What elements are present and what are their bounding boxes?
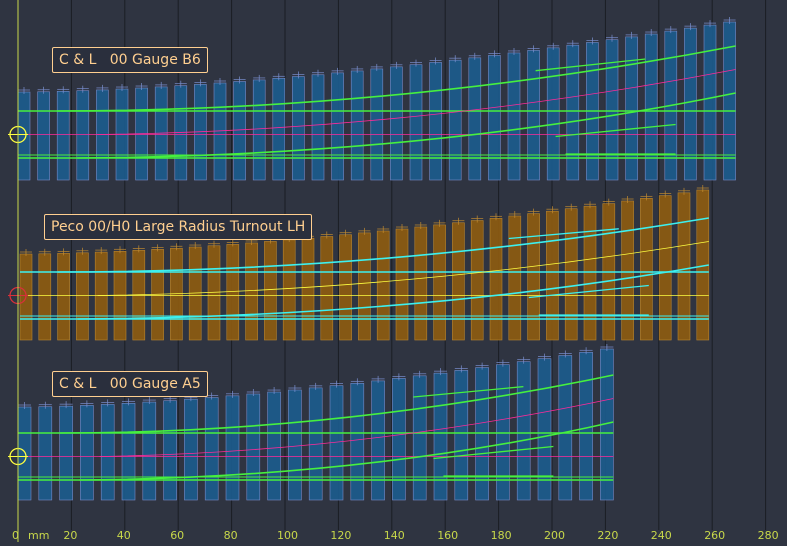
timber	[59, 405, 73, 501]
axis-tick-label: 80	[224, 529, 238, 542]
turnout-template-peco-large-radius[interactable]	[8, 185, 710, 341]
timber	[56, 91, 70, 181]
timber	[76, 252, 89, 341]
timber	[371, 380, 385, 501]
timber	[301, 237, 315, 341]
timber	[508, 215, 522, 341]
timber	[320, 236, 334, 341]
axis-tick-label: 40	[117, 529, 131, 542]
timber	[414, 226, 428, 341]
timber	[546, 47, 560, 181]
timber	[80, 405, 94, 501]
axis-tick-label: 140	[384, 529, 405, 542]
timber	[558, 355, 573, 501]
timber	[233, 81, 246, 181]
axis-tick-label: 160	[437, 529, 458, 542]
axis-tick-label: 280	[758, 529, 779, 542]
timber	[468, 57, 482, 181]
timber	[583, 205, 597, 341]
timber	[488, 55, 501, 181]
timber	[433, 372, 448, 501]
timber	[429, 62, 442, 181]
turnout-template-a5[interactable]	[8, 344, 614, 501]
timber	[38, 406, 53, 501]
timber	[433, 224, 446, 341]
axis-tick-label: 260	[704, 529, 725, 542]
timber	[489, 217, 503, 341]
timber	[350, 70, 364, 181]
timber	[142, 401, 157, 501]
template-label-a5[interactable]: C & L 00 Gauge A5	[52, 371, 208, 397]
timber	[564, 208, 578, 341]
timber	[264, 241, 277, 341]
timber	[331, 72, 344, 181]
axis-tick-label: 20	[63, 529, 77, 542]
timber	[204, 397, 219, 501]
timber	[96, 89, 109, 181]
timber	[395, 228, 409, 341]
timber	[579, 351, 593, 501]
timber	[184, 398, 198, 501]
timber	[121, 403, 136, 501]
timber	[412, 375, 427, 501]
axis-tick-label: 180	[491, 529, 512, 542]
timber	[282, 239, 296, 341]
timber	[225, 395, 240, 501]
timber	[76, 90, 90, 181]
timber	[452, 222, 465, 341]
axis-tick-label: 0	[12, 529, 19, 542]
axis-tick-label: 60	[170, 529, 184, 542]
axis-tick-label: 200	[544, 529, 565, 542]
template-label-peco[interactable]: Peco 00/H0 Large Radius Turnout LH	[44, 214, 313, 240]
timber	[566, 44, 580, 181]
turnout-template-b6[interactable]	[8, 17, 736, 181]
timber	[339, 234, 352, 341]
template-label-b6[interactable]: C & L 00 Gauge B6	[52, 47, 208, 73]
timber	[390, 66, 403, 181]
timber	[267, 391, 281, 501]
track-drawing[interactable]: 0 mm 20 40 60 80 100 120 140 160 180 200 220 240 260…	[0, 0, 787, 542]
timber	[17, 91, 31, 181]
track-planning-canvas[interactable]: 0 mm 20 40 60 80 100 120 140 160 180 200 220 240 260…	[0, 0, 787, 542]
timber	[100, 404, 115, 501]
timber	[470, 220, 484, 341]
timber	[17, 406, 32, 501]
axis-unit-label: mm	[28, 529, 49, 542]
axis-tick-labels: 20 40 60 80 100 120 140 160 180 200 220 240 260 280	[63, 529, 778, 542]
timber	[370, 68, 384, 181]
timber	[527, 213, 540, 341]
timber	[376, 230, 390, 341]
timber	[163, 400, 177, 501]
timber	[546, 210, 559, 341]
timber	[226, 244, 240, 341]
timber	[292, 76, 305, 181]
timber	[245, 242, 258, 341]
axis-tick-label: 120	[330, 529, 351, 542]
timber	[350, 383, 365, 501]
timber	[409, 64, 423, 181]
timber	[677, 192, 691, 341]
timber	[288, 389, 302, 501]
timber	[311, 74, 325, 181]
timber	[246, 393, 261, 501]
timber	[252, 79, 266, 181]
axis-tick-label: 100	[277, 529, 298, 542]
timber	[272, 77, 286, 181]
timber	[57, 253, 70, 341]
timber	[213, 82, 227, 181]
timber	[448, 59, 462, 181]
timber	[703, 24, 717, 181]
timber	[392, 378, 406, 501]
timber	[38, 253, 52, 341]
timber	[37, 91, 50, 181]
timber	[537, 358, 552, 501]
timber	[94, 251, 108, 341]
timber	[507, 52, 521, 181]
axis-tick-label: 240	[651, 529, 672, 542]
axis-tick-label: 220	[597, 529, 618, 542]
timber	[358, 232, 371, 341]
timber	[605, 39, 619, 181]
